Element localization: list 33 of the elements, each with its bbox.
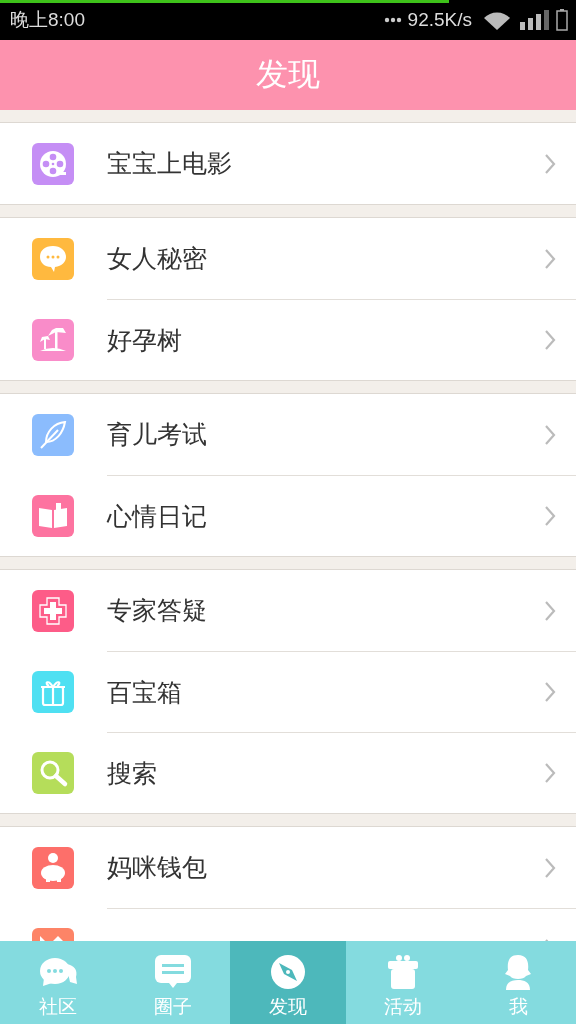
wifi-icon <box>482 10 512 30</box>
chevron-icon <box>544 329 556 351</box>
menu-item[interactable]: 搜索 <box>0 732 576 813</box>
chevron-icon <box>544 423 556 446</box>
page-title: 发现 <box>256 54 320 95</box>
chevron-icon <box>544 599 556 622</box>
menu-item[interactable]: 心情日记 <box>0 475 576 556</box>
chevron-icon <box>544 762 556 784</box>
chevron-icon <box>544 505 556 527</box>
menu-label: 女人秘密 <box>107 243 207 275</box>
menu-item[interactable]: 宝宝上电影 <box>0 123 576 204</box>
battery-icon <box>556 9 568 31</box>
menu-item[interactable]: 好孕树 <box>0 299 576 380</box>
menu-item[interactable]: 专家答疑 <box>0 570 576 651</box>
chevron-icon <box>544 681 556 703</box>
dots-icon <box>383 17 402 23</box>
chevron-icon <box>544 856 556 879</box>
menu-label: 百宝箱 <box>107 676 182 709</box>
network-speed: 92.5K/s <box>407 9 472 31</box>
menu-label: 育儿考试 <box>107 419 207 451</box>
menu-label: 搜索 <box>107 757 157 790</box>
menu-item[interactable]: 女人秘密 <box>0 218 576 299</box>
signal-icon <box>518 10 550 30</box>
menu-item[interactable]: 百宝箱 <box>0 651 576 732</box>
menu-label: 专家答疑 <box>107 595 207 627</box>
menu-label: 宝宝上电影 <box>107 148 232 180</box>
menu-item[interactable]: 育儿考试 <box>0 394 576 475</box>
menu-label: 好孕树 <box>107 324 182 357</box>
menu-label: 心情日记 <box>107 500 207 533</box>
chevron-icon <box>544 247 556 270</box>
status-time: 晚上8:00 <box>10 8 85 32</box>
chevron-icon <box>544 152 556 175</box>
menu-label: 妈咪钱包 <box>107 852 207 884</box>
